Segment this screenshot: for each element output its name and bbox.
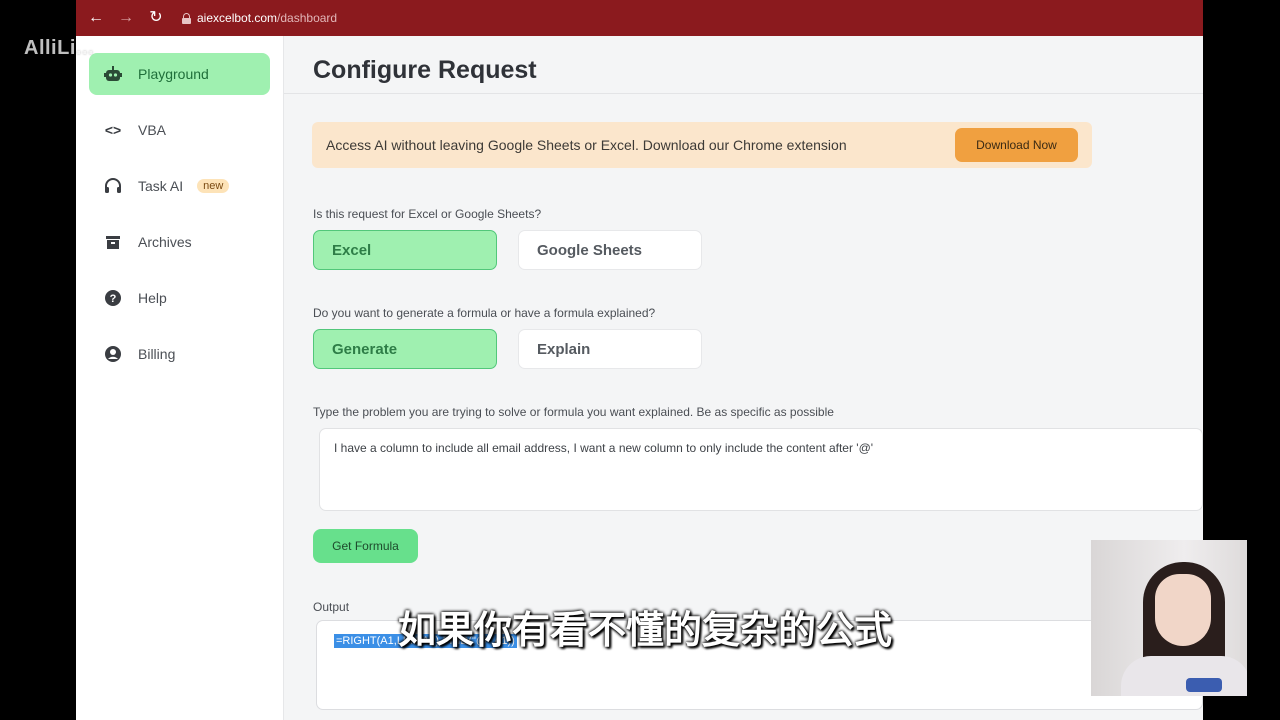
- platform-question: Is this request for Excel or Google Shee…: [313, 207, 542, 221]
- lock-icon: [182, 13, 191, 24]
- sidebar-item-label: Archives: [138, 234, 192, 250]
- headset-icon: [103, 176, 123, 196]
- divider: [284, 93, 1203, 94]
- get-formula-button[interactable]: Get Formula: [313, 529, 418, 563]
- video-subtitle: 如果你有看不懂的复杂的公式: [398, 608, 893, 652]
- output-label: Output: [313, 600, 350, 614]
- robot-icon: [103, 64, 123, 84]
- help-icon: ?: [103, 288, 123, 308]
- sidebar-item-task-ai[interactable]: Task AI new: [89, 165, 270, 207]
- sidebar-item-archives[interactable]: Archives: [89, 221, 270, 263]
- download-now-button[interactable]: Download Now: [955, 128, 1078, 162]
- sidebar-item-label: Help: [138, 290, 167, 306]
- archive-icon: [103, 232, 123, 252]
- sidebar-item-label: VBA: [138, 122, 167, 138]
- url-text: aiexcelbot.com/dashboard: [197, 11, 337, 25]
- presenter-body: [1121, 656, 1247, 696]
- banner-text: Access AI without leaving Google Sheets …: [326, 137, 847, 153]
- shirt-print: [1186, 678, 1222, 692]
- mode-question: Do you want to generate a formula or hav…: [313, 306, 656, 320]
- problem-question: Type the problem you are trying to solve…: [313, 405, 834, 419]
- reload-icon[interactable]: ↻: [148, 10, 164, 26]
- url-path: /dashboard: [277, 11, 338, 25]
- webcam-overlay: [1091, 540, 1247, 696]
- address-bar[interactable]: aiexcelbot.com/dashboard: [182, 11, 337, 25]
- excel-option[interactable]: Excel: [313, 230, 497, 270]
- page-title: Configure Request: [313, 56, 537, 84]
- sidebar: Playground <> VBA Task AI new Archives ?…: [76, 36, 284, 720]
- sidebar-item-billing[interactable]: Billing: [89, 333, 270, 375]
- problem-textarea[interactable]: I have a column to include all email add…: [319, 428, 1203, 511]
- presenter-face: [1155, 574, 1211, 646]
- browser-toolbar: ← → ↻ aiexcelbot.com/dashboard: [76, 0, 1203, 36]
- account-icon: [103, 344, 123, 364]
- back-arrow-icon[interactable]: ←: [88, 10, 104, 26]
- explain-option[interactable]: Explain: [518, 329, 702, 369]
- extension-banner: Access AI without leaving Google Sheets …: [312, 122, 1092, 168]
- forward-arrow-icon[interactable]: →: [118, 10, 134, 26]
- url-host: aiexcelbot.com: [197, 11, 278, 25]
- sidebar-item-playground[interactable]: Playground: [89, 53, 270, 95]
- sidebar-item-label: Task AI: [138, 178, 184, 194]
- help-glyph: ?: [110, 293, 117, 305]
- code-icon: <>: [104, 122, 122, 138]
- sidebar-item-label: Playground: [138, 66, 209, 82]
- sidebar-item-vba[interactable]: <> VBA: [89, 109, 270, 151]
- sidebar-item-help[interactable]: ? Help: [89, 277, 270, 319]
- new-badge: new: [197, 179, 230, 193]
- channel-watermark: AlliLi...: [24, 37, 95, 59]
- sidebar-item-label: Billing: [138, 346, 176, 362]
- google-sheets-option[interactable]: Google Sheets: [518, 230, 702, 270]
- generate-option[interactable]: Generate: [313, 329, 497, 369]
